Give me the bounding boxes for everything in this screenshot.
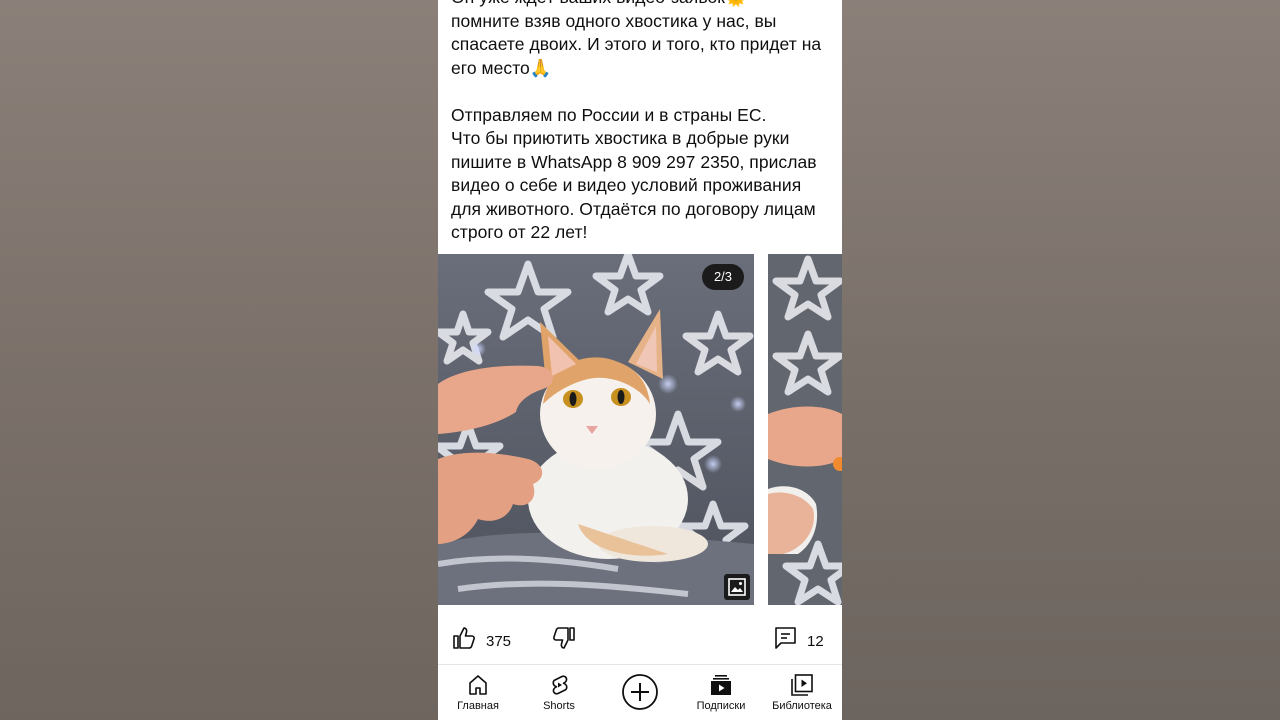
- carousel-image-current[interactable]: 2/3: [438, 254, 754, 605]
- comment-count: 12: [807, 633, 824, 650]
- image-icon[interactable]: [724, 574, 750, 600]
- subscriptions-icon: [711, 675, 731, 695]
- cat-photo-peek: [768, 254, 842, 605]
- nav-subscriptions[interactable]: Подписки: [681, 665, 761, 720]
- like-count: 375: [486, 633, 512, 650]
- create-button[interactable]: [600, 665, 680, 720]
- community-post-screen: Он уже ждёт ваших видео-заявок🌞 помните …: [438, 0, 842, 720]
- nav-subscriptions-label: Подписки: [696, 700, 746, 712]
- bottom-navigation: Главная Shorts Подписки Библиотека: [438, 664, 842, 720]
- image-carousel[interactable]: 2/3: [438, 254, 842, 605]
- carousel-image-next[interactable]: [768, 254, 842, 605]
- thumb-up-icon: [453, 627, 475, 649]
- nav-home-label: Главная: [457, 700, 499, 712]
- post-actions-bar: 375 12: [438, 615, 842, 665]
- nav-shorts-label: Shorts: [543, 700, 575, 712]
- cat-photo: [438, 254, 754, 605]
- nav-home[interactable]: Главная: [438, 665, 518, 720]
- home-icon: [469, 675, 487, 695]
- blurred-background-left: [0, 0, 438, 720]
- nav-library[interactable]: Библиотека: [762, 665, 842, 720]
- nav-shorts[interactable]: Shorts: [519, 665, 599, 720]
- dislike-button[interactable]: [551, 625, 577, 656]
- blurred-background-right: [842, 0, 1280, 720]
- carousel-counter-badge: 2/3: [702, 264, 744, 290]
- comment-icon: [775, 627, 796, 649]
- add-circle-icon: [622, 674, 658, 710]
- shorts-icon: [552, 675, 568, 695]
- nav-library-label: Библиотека: [772, 700, 832, 712]
- post-text: Он уже ждёт ваших видео-заявок🌞 помните …: [451, 0, 822, 242]
- library-icon: [791, 674, 813, 696]
- like-button[interactable]: [451, 625, 477, 656]
- comments-button[interactable]: [773, 625, 799, 656]
- thumb-down-icon: [553, 627, 575, 649]
